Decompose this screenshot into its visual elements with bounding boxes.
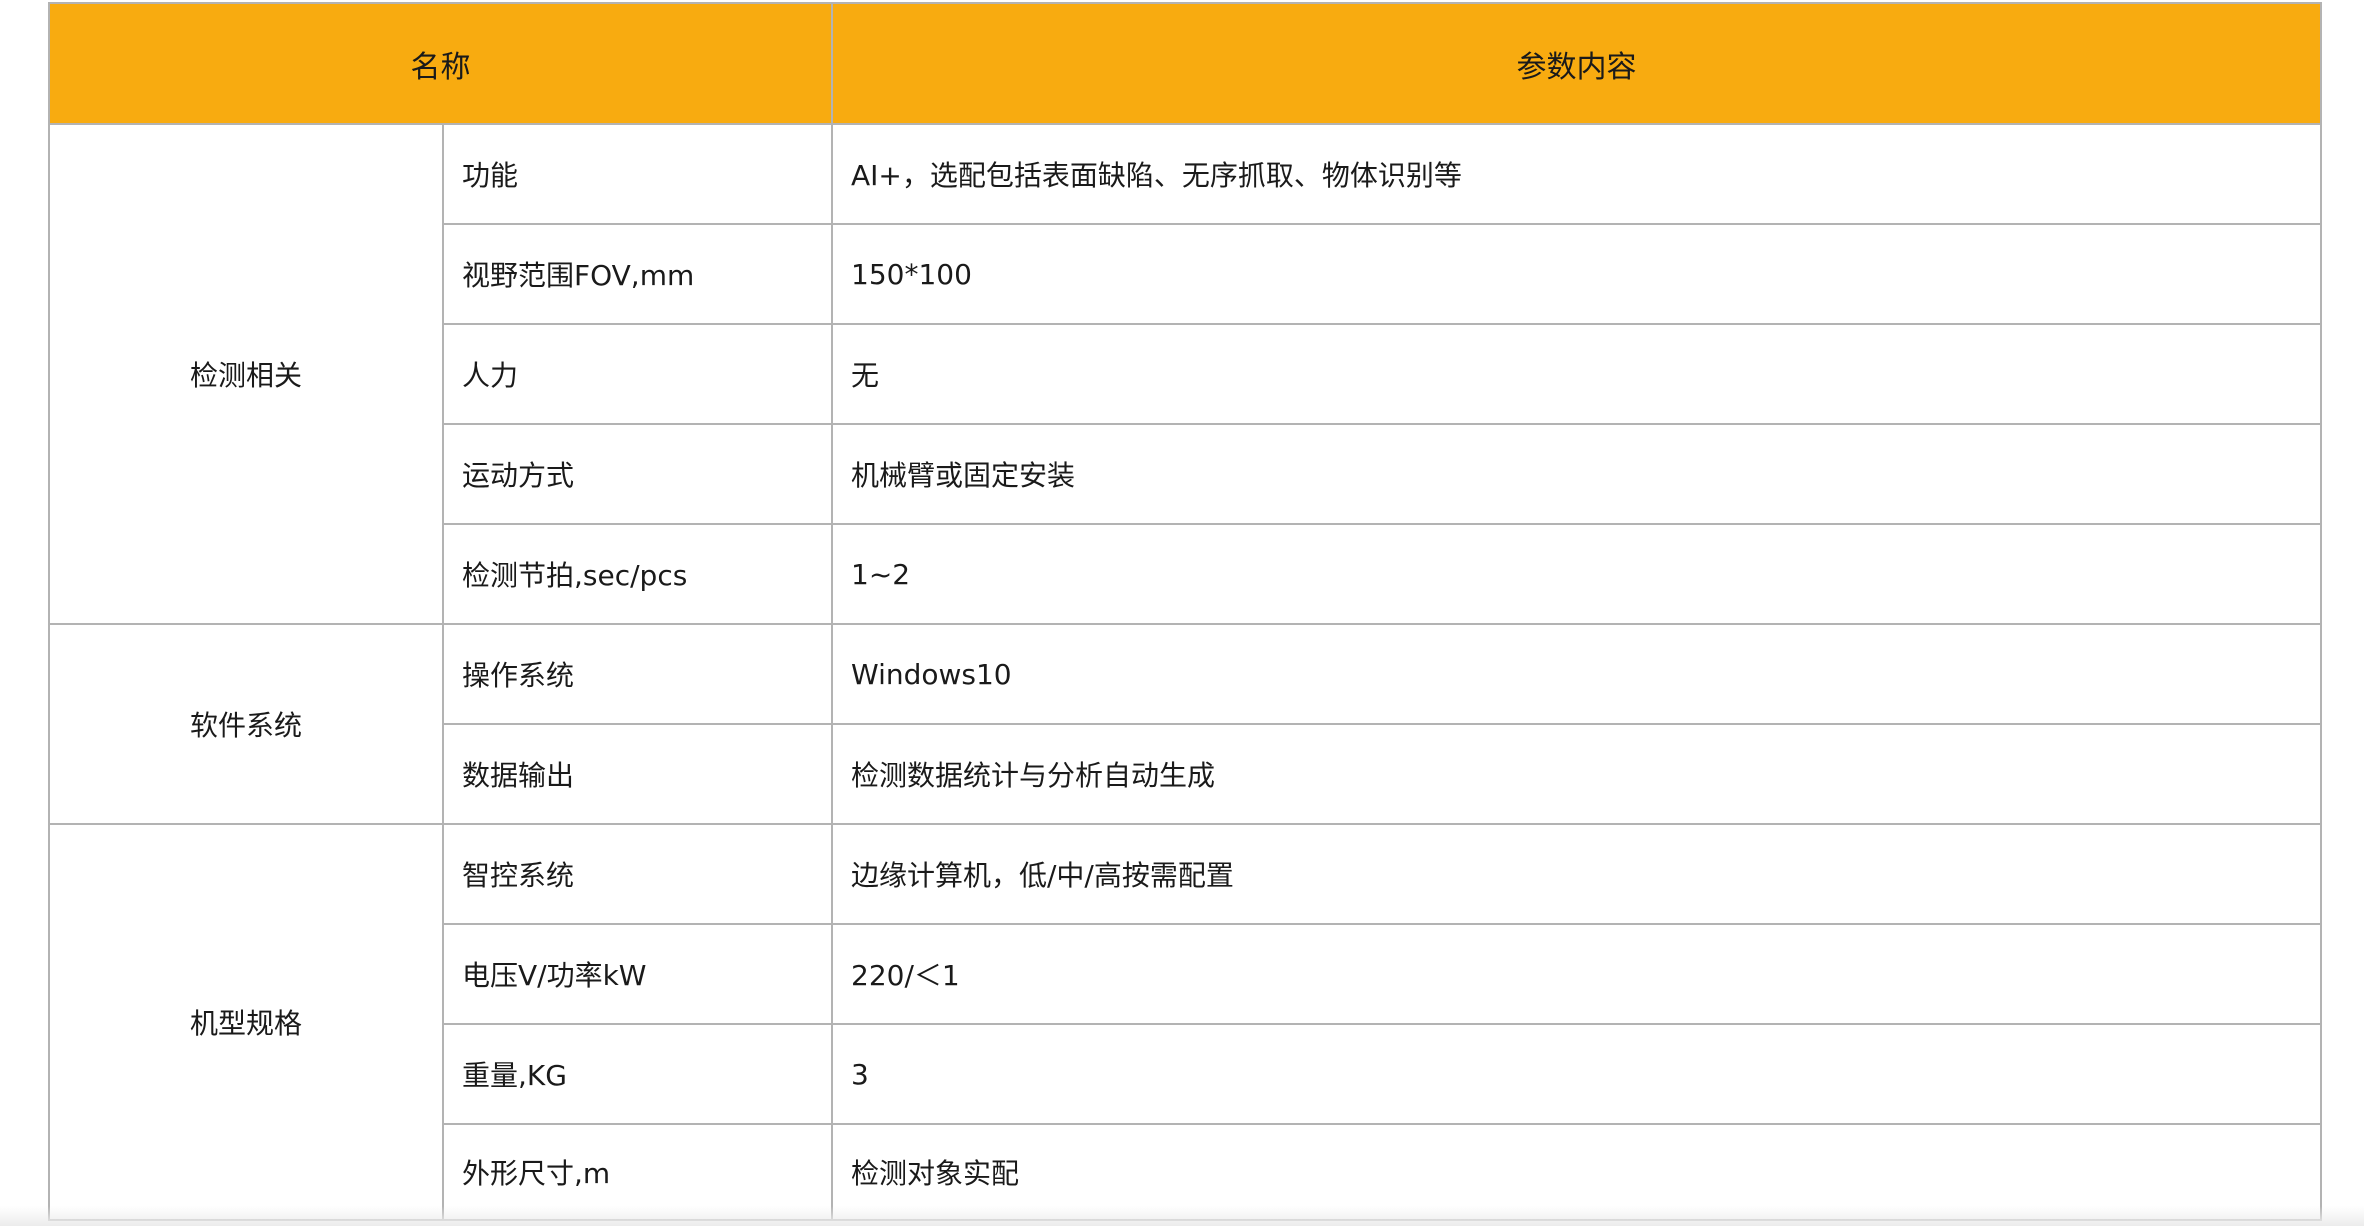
param-value: 150*100	[831, 223, 2322, 325]
group-label-detection: 检测相关	[48, 123, 444, 625]
header-name: 名称	[48, 2, 833, 125]
param-value: 机械臂或固定安装	[831, 423, 2322, 525]
param-name: 视野范围FOV,mm	[442, 223, 833, 325]
param-value: 1~2	[831, 523, 2322, 625]
param-value: 检测数据统计与分析自动生成	[831, 723, 2322, 825]
group-label-model-spec: 机型规格	[48, 823, 444, 1221]
table-header-row: 名称 参数内容	[48, 2, 2322, 125]
param-name: 检测节拍,sec/pcs	[442, 523, 833, 625]
param-name: 操作系统	[442, 623, 833, 725]
param-name: 人力	[442, 323, 833, 425]
header-content: 参数内容	[831, 2, 2322, 125]
param-name: 智控系统	[442, 823, 833, 925]
param-name: 电压V/功率kW	[442, 923, 833, 1025]
table-row: 机型规格 智控系统 边缘计算机，低/中/高按需配置	[48, 823, 2322, 1221]
param-value: 边缘计算机，低/中/高按需配置	[831, 823, 2322, 925]
param-value: Windows10	[831, 623, 2322, 725]
table-row: 检测相关 功能 AI+，选配包括表面缺陷、无序抓取、物体识别等	[48, 123, 2322, 625]
param-value: 检测对象实配	[831, 1123, 2322, 1221]
param-name: 重量,KG	[442, 1023, 833, 1125]
table-row: 软件系统 操作系统 Windows10	[48, 623, 2322, 825]
param-name: 运动方式	[442, 423, 833, 525]
param-value: AI+，选配包括表面缺陷、无序抓取、物体识别等	[831, 123, 2322, 225]
group-label-software: 软件系统	[48, 623, 444, 825]
param-name: 功能	[442, 123, 833, 225]
param-value: 无	[831, 323, 2322, 425]
param-value: 220/＜1	[831, 923, 2322, 1025]
param-name: 外形尺寸,m	[442, 1123, 833, 1221]
spec-table: 名称 参数内容 检测相关 功能 AI+，选配包括表面缺陷、无序抓取、物体识别等 …	[48, 2, 2322, 1221]
param-name: 数据输出	[442, 723, 833, 825]
param-value: 3	[831, 1023, 2322, 1125]
